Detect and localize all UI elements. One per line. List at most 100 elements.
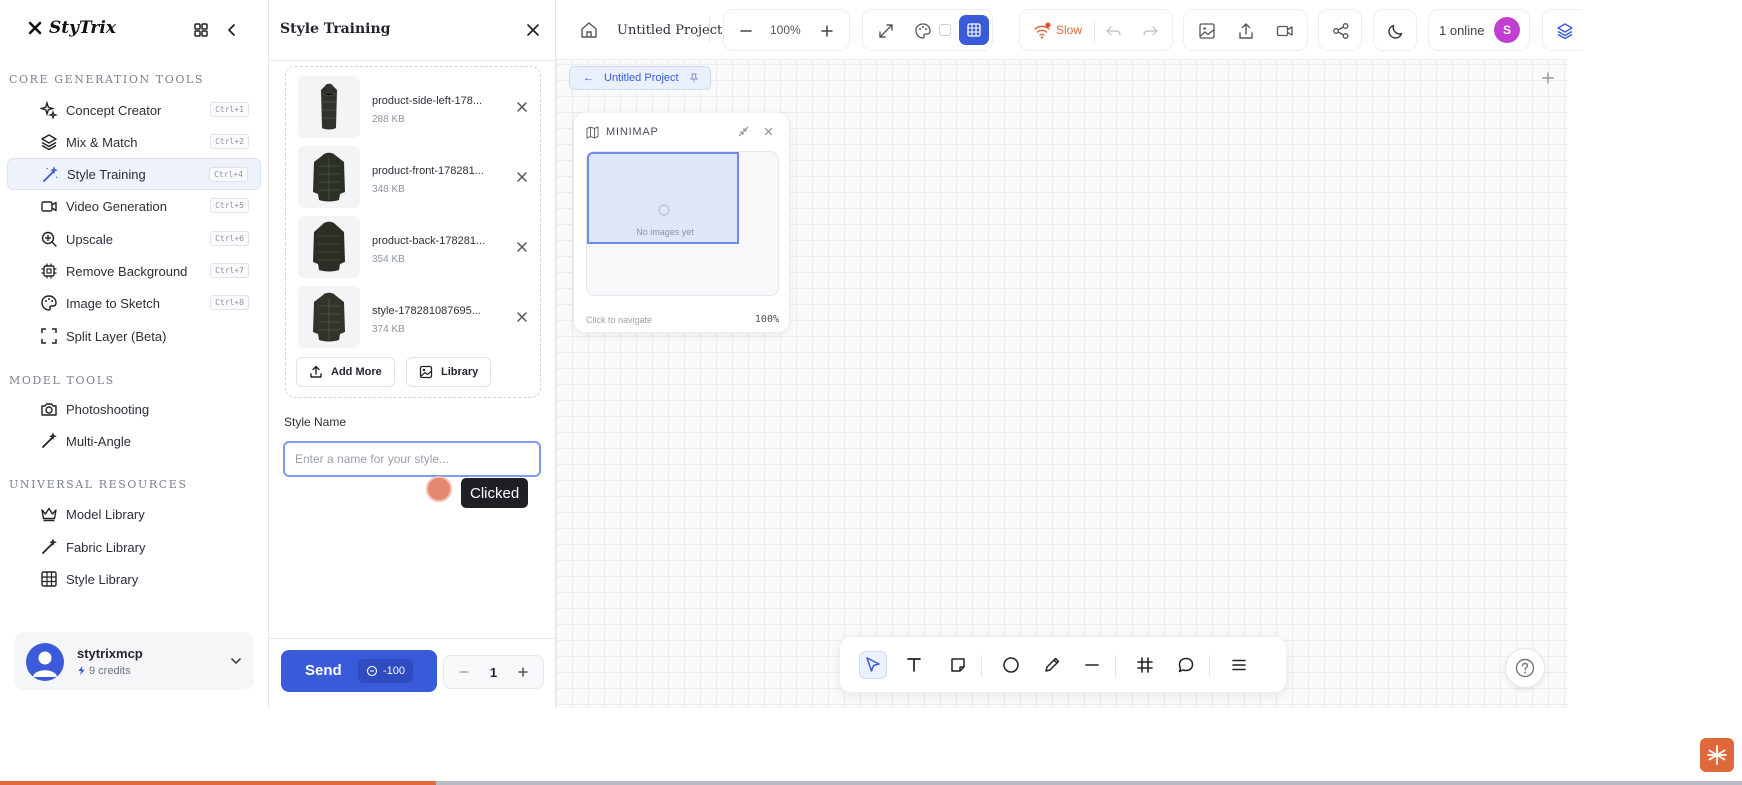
sidebar-item-style-training[interactable]: Style Training Ctrl+4: [7, 158, 261, 190]
sidebar-item-concept-creator[interactable]: Concept Creator Ctrl+1: [7, 94, 261, 126]
minimap-viewport[interactable]: No images yet: [587, 152, 739, 244]
wifi-signal-icon: [1034, 22, 1051, 39]
plus-icon[interactable]: [515, 664, 531, 680]
remove-file-icon[interactable]: [514, 99, 530, 115]
share-icon[interactable]: [1331, 21, 1351, 41]
sidebar-item-label: Multi-Angle: [66, 433, 132, 449]
home-icon[interactable]: [579, 20, 599, 40]
layers-icon: [41, 134, 57, 151]
project-name[interactable]: Untitled Project: [617, 23, 722, 38]
project-breadcrumb-chip[interactable]: ← Untitled Project: [569, 66, 711, 90]
crown-icon: [41, 507, 57, 522]
avatar: [26, 643, 64, 681]
remove-file-icon[interactable]: [514, 239, 530, 255]
sidebar: StyTrix CORE GENERATION TOOLS Concept Cr…: [0, 0, 269, 708]
zoom-level[interactable]: 100%: [770, 23, 801, 37]
sidebar-item-model-library[interactable]: Model Library: [7, 498, 261, 530]
sidebar-item-label: Concept Creator: [66, 102, 162, 118]
zoom-out-icon[interactable]: [736, 21, 756, 41]
top-toolbar: Untitled Project 100% Slow 1 online S: [556, 0, 1582, 60]
drawing-toolbar: [839, 636, 1287, 693]
close-icon[interactable]: [523, 20, 543, 40]
sidebar-item-multi-angle[interactable]: Multi-Angle: [7, 425, 261, 457]
color-swatch[interactable]: [939, 24, 951, 36]
avatar[interactable]: S: [1494, 17, 1520, 43]
add-tab-icon[interactable]: [1539, 69, 1557, 87]
divider: [269, 638, 555, 639]
canvas[interactable]: [556, 0, 1568, 708]
chevron-down-icon[interactable]: [228, 653, 244, 669]
sidebar-item-split-layer[interactable]: Split Layer (Beta): [7, 320, 261, 352]
sidebar-item-label: Fabric Library: [66, 539, 146, 555]
comment-tool[interactable]: [1172, 651, 1200, 679]
collapse-icon[interactable]: [737, 125, 750, 138]
assistant-launcher-button[interactable]: [1700, 738, 1734, 772]
sidebar-item-image-to-sketch[interactable]: Image to Sketch Ctrl+8: [7, 287, 261, 319]
upload-icon[interactable]: [1236, 21, 1256, 41]
coin-icon: [366, 665, 378, 677]
history-controls: Slow: [1019, 9, 1173, 51]
menu-tool[interactable]: [1225, 651, 1253, 679]
grid-toggle-button[interactable]: [959, 15, 989, 45]
send-button[interactable]: Send -100: [281, 650, 437, 692]
online-count: 1 online: [1439, 23, 1485, 38]
minimap-stage[interactable]: No images yet: [586, 151, 779, 296]
shortcut-badge: Ctrl+5: [210, 198, 249, 213]
file-name: style-178281087695...: [372, 305, 481, 317]
minimap-empty-text: No images yet: [636, 227, 694, 237]
sticky-note-tool[interactable]: [944, 651, 972, 679]
help-button[interactable]: [1505, 648, 1545, 688]
text-tool[interactable]: [900, 651, 928, 679]
section-universal-resources: UNIVERSAL RESOURCES: [9, 478, 188, 491]
sidebar-item-label: Mix & Match: [66, 134, 138, 150]
pencil-tool[interactable]: [1038, 651, 1066, 679]
palette-icon[interactable]: [913, 21, 933, 41]
layout-grid-icon[interactable]: [189, 18, 213, 42]
moon-icon[interactable]: [1386, 21, 1406, 41]
add-more-button[interactable]: Add More: [296, 357, 395, 387]
sidebar-item-label: Photoshooting: [66, 401, 150, 417]
lightning-icon: [78, 666, 85, 675]
close-icon[interactable]: [762, 125, 775, 138]
shortcut-badge: Ctrl+4: [209, 167, 248, 182]
asterisk-icon: [1707, 745, 1727, 765]
frame-tool[interactable]: [1131, 651, 1159, 679]
library-button[interactable]: Library: [406, 357, 492, 387]
click-tooltip: Clicked: [461, 478, 529, 508]
ellipse-tool[interactable]: [997, 651, 1025, 679]
style-name-input[interactable]: [283, 441, 541, 477]
pin-icon[interactable]: [689, 73, 699, 83]
undo-icon[interactable]: [1104, 21, 1124, 41]
image-icon[interactable]: [1197, 21, 1217, 41]
project-chip-label: Untitled Project: [604, 72, 679, 84]
remove-file-icon[interactable]: [514, 309, 530, 325]
brand[interactable]: StyTrix: [27, 18, 116, 38]
sidebar-item-upscale[interactable]: Upscale Ctrl+6: [7, 223, 261, 255]
sidebar-item-video-generation[interactable]: Video Generation Ctrl+5: [7, 190, 261, 222]
upload-dropzone[interactable]: product-side-left-178... 288 KB product-…: [285, 66, 541, 398]
file-size: 348 KB: [372, 184, 405, 195]
line-tool[interactable]: [1078, 651, 1106, 679]
sidebar-item-fabric-library[interactable]: Fabric Library: [7, 531, 261, 563]
zoom-in-icon[interactable]: [817, 21, 837, 41]
layers-icon[interactable]: [1555, 21, 1575, 41]
connection-speed: Slow: [1056, 23, 1083, 37]
sidebar-item-mix-match[interactable]: Mix & Match Ctrl+2: [7, 126, 261, 158]
redo-icon[interactable]: [1140, 21, 1160, 41]
user-account-card[interactable]: stytrixmcp 9 credits: [14, 632, 254, 690]
sidebar-item-photoshooting[interactable]: Photoshooting: [7, 393, 261, 425]
sidebar-item-style-library[interactable]: Style Library: [7, 563, 261, 595]
shortcut-badge: Ctrl+6: [210, 231, 249, 246]
jacket-thumbnail: [298, 216, 360, 278]
magic-wand-icon: [43, 166, 58, 182]
select-tool[interactable]: [859, 651, 887, 679]
circle-icon: [1003, 657, 1019, 673]
fit-screen-icon[interactable]: [876, 21, 896, 41]
collapse-sidebar-icon[interactable]: [220, 18, 244, 42]
remove-file-icon[interactable]: [514, 169, 530, 185]
sidebar-item-label: Image to Sketch: [66, 295, 160, 311]
click-indicator: [426, 476, 452, 502]
sidebar-item-remove-background[interactable]: Remove Background Ctrl+7: [7, 255, 261, 287]
video-icon[interactable]: [1275, 21, 1295, 41]
export-controls: [1183, 9, 1308, 51]
